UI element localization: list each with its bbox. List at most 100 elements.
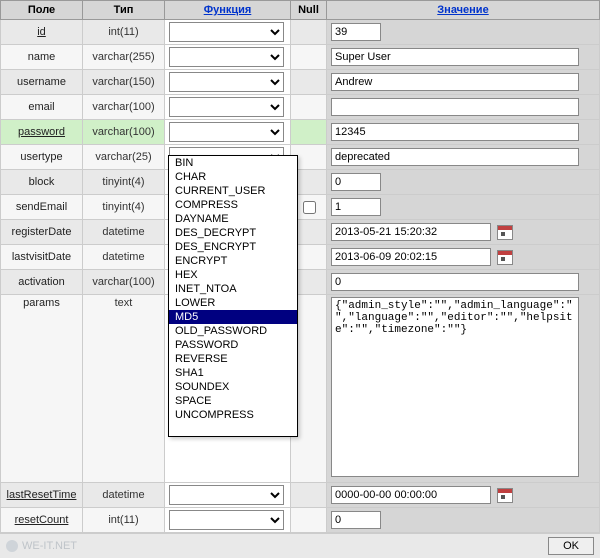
header-type: Тип: [83, 1, 165, 20]
value-cell: [327, 270, 600, 295]
globe-icon: [6, 540, 18, 552]
function-cell: [165, 45, 291, 70]
value-input[interactable]: [331, 123, 579, 141]
null-checkbox[interactable]: [303, 201, 316, 214]
header-field: Поле: [1, 1, 83, 20]
field-name: sendEmail: [1, 195, 83, 220]
dropdown-option[interactable]: UNCOMPRESS: [169, 408, 297, 422]
dropdown-option[interactable]: CHAR: [169, 170, 297, 184]
table-row: resetCountint(11): [1, 508, 600, 533]
null-cell: [291, 20, 327, 45]
dropdown-option[interactable]: OLD_PASSWORD: [169, 324, 297, 338]
field-type: datetime: [83, 245, 165, 270]
value-input[interactable]: [331, 486, 491, 504]
editor-wrapper: Поле Тип Функция Null Значение idint(11)…: [0, 0, 600, 558]
dropdown-option[interactable]: LOWER: [169, 296, 297, 310]
field-type: tinyint(4): [83, 170, 165, 195]
dropdown-option[interactable]: MD5: [169, 310, 297, 324]
field-name: usertype: [1, 145, 83, 170]
field-type: varchar(25): [83, 145, 165, 170]
dropdown-option[interactable]: PASSWORD: [169, 338, 297, 352]
field-name: name: [1, 45, 83, 70]
dropdown-option[interactable]: SPACE: [169, 394, 297, 408]
dropdown-option[interactable]: DES_DECRYPT: [169, 226, 297, 240]
dropdown-option[interactable]: DES_ENCRYPT: [169, 240, 297, 254]
field-name: params: [1, 295, 83, 483]
value-input[interactable]: [331, 48, 579, 66]
value-cell: [327, 45, 600, 70]
value-cell: [327, 95, 600, 120]
dropdown-option[interactable]: REVERSE: [169, 352, 297, 366]
dropdown-option[interactable]: SOUNDEX: [169, 380, 297, 394]
function-select[interactable]: [169, 47, 284, 67]
value-cell: [327, 508, 600, 533]
value-input[interactable]: [331, 98, 579, 116]
value-input[interactable]: [331, 173, 381, 191]
dropdown-option[interactable]: HEX: [169, 268, 297, 282]
function-cell: [165, 20, 291, 45]
header-function[interactable]: Функция: [165, 1, 291, 20]
field-table: Поле Тип Функция Null Значение idint(11)…: [0, 0, 600, 533]
table-row: idint(11): [1, 20, 600, 45]
dropdown-option[interactable]: DAYNAME: [169, 212, 297, 226]
function-select[interactable]: [169, 22, 284, 42]
value-cell: [327, 120, 600, 145]
value-input[interactable]: [331, 198, 381, 216]
value-cell: [327, 20, 600, 45]
null-cell: [291, 70, 327, 95]
field-name: resetCount: [1, 508, 83, 533]
header-null: Null: [291, 1, 327, 20]
field-type: int(11): [83, 20, 165, 45]
value-textarea[interactable]: [331, 297, 579, 477]
value-input[interactable]: [331, 148, 579, 166]
dropdown-option[interactable]: CURRENT_USER: [169, 184, 297, 198]
value-input[interactable]: [331, 273, 579, 291]
table-row: namevarchar(255): [1, 45, 600, 70]
ok-button[interactable]: OK: [548, 537, 594, 555]
table-row: blocktinyint(4): [1, 170, 600, 195]
value-input[interactable]: [331, 73, 579, 91]
calendar-icon[interactable]: [497, 225, 513, 240]
function-dropdown-list[interactable]: BINCHARCURRENT_USERCOMPRESSDAYNAMEDES_DE…: [168, 155, 298, 437]
dropdown-option[interactable]: ENCRYPT: [169, 254, 297, 268]
function-select[interactable]: [169, 122, 284, 142]
function-cell: [165, 483, 291, 508]
table-header-row: Поле Тип Функция Null Значение: [1, 1, 600, 20]
field-type: varchar(100): [83, 120, 165, 145]
function-select[interactable]: [169, 510, 284, 530]
table-row: registerDatedatetime: [1, 220, 600, 245]
field-type: varchar(100): [83, 95, 165, 120]
value-cell: [327, 220, 600, 245]
table-row: usertypevarchar(25): [1, 145, 600, 170]
value-input[interactable]: [331, 511, 381, 529]
null-cell: [291, 95, 327, 120]
field-name: block: [1, 170, 83, 195]
field-type: varchar(150): [83, 70, 165, 95]
function-cell: [165, 120, 291, 145]
value-input[interactable]: [331, 23, 381, 41]
value-cell: [327, 145, 600, 170]
field-name: email: [1, 95, 83, 120]
field-type: int(11): [83, 508, 165, 533]
null-cell: [291, 483, 327, 508]
watermark-text: WE-IT.NET: [22, 540, 77, 552]
function-select[interactable]: [169, 72, 284, 92]
calendar-icon[interactable]: [497, 488, 513, 503]
value-input[interactable]: [331, 223, 491, 241]
dropdown-option[interactable]: INET_NTOA: [169, 282, 297, 296]
function-select[interactable]: [169, 485, 284, 505]
field-name: username: [1, 70, 83, 95]
dropdown-option[interactable]: COMPRESS: [169, 198, 297, 212]
dropdown-option[interactable]: BIN: [169, 156, 297, 170]
value-cell: [327, 195, 600, 220]
null-cell: [291, 508, 327, 533]
function-select[interactable]: [169, 97, 284, 117]
dropdown-option[interactable]: SHA1: [169, 366, 297, 380]
value-input[interactable]: [331, 248, 491, 266]
field-type: varchar(100): [83, 270, 165, 295]
field-name: id: [1, 20, 83, 45]
watermark: WE-IT.NET: [6, 540, 77, 552]
table-row: emailvarchar(100): [1, 95, 600, 120]
calendar-icon[interactable]: [497, 250, 513, 265]
header-value[interactable]: Значение: [327, 1, 600, 20]
